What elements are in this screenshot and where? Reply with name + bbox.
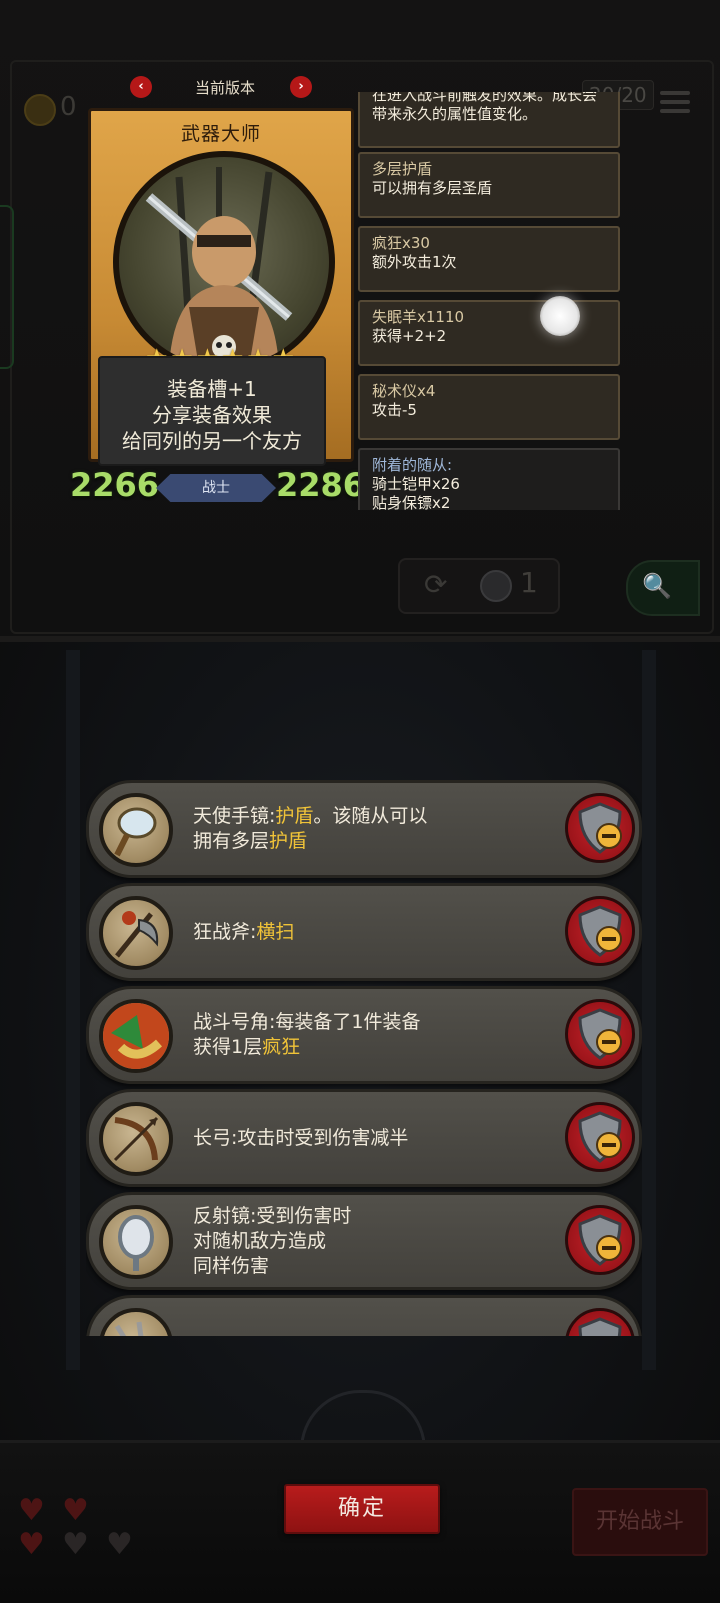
attack-value: 2266 [70,466,160,504]
description-line: 长弓:攻击时受到伤害减半 [193,1126,545,1151]
tribe-badge: 战士 [156,474,276,502]
effect-entry: 多层护盾 可以拥有多层圣盾 [358,152,620,218]
heart-empty-icon: ♥ [62,1527,89,1562]
equipment-description: 天使手镜:护盾。该随从可以 拥有多层护盾 [193,783,545,875]
heart-empty-icon: ♥ [106,1527,133,1562]
description-text: 长弓:攻击时受到伤害减半 [193,1126,409,1149]
description-line: 狂战斧:横扫 [193,920,545,945]
keyword-text: 疯狂 [262,1036,301,1058]
heart-full-icon: ♥ [62,1493,89,1528]
equipment-row[interactable]: 反射镜:受到伤害时 对随机敌方造成 同样伤害 [86,1192,642,1290]
war-horn-icon [99,999,173,1073]
touch-indicator [540,296,580,336]
berserker-axe-icon [99,896,173,970]
description-text: 拥有多层 [193,830,270,852]
search-button[interactable]: 🔍 [626,560,700,616]
longbow-icon [99,1102,173,1176]
chevron-left-icon[interactable]: ‹ [130,76,152,98]
remove-equipment-button[interactable] [565,793,635,863]
remove-equipment-button[interactable] [565,1102,635,1172]
equipment-row[interactable]: 天使手镜:护盾。该随从可以 拥有多层护盾 [86,780,642,878]
pillar-left [66,650,80,1370]
shop-token-count: 1 [520,566,538,599]
equipment-row[interactable]: 战斗号角:每装备了1件装备 获得1层疯狂 [86,986,642,1084]
description-text: 对随机敌方造成 [193,1229,327,1252]
description-text: 天使手镜: [193,805,276,827]
remove-equipment-button[interactable] [565,1308,635,1336]
minion-portrait [113,151,335,373]
angel-mirror-icon [99,793,173,867]
description-text: 。该随从可以 [313,805,428,827]
equipment-description: 长弓:攻击时受到伤害减半 [193,1092,545,1184]
description-text: 战斗号角:每装备了1件装备 [193,1011,421,1033]
card-name: 武器大师 [180,123,261,145]
equipment-description: 反射镜:受到伤害时 对随机敌方造成 同样伤害 [193,1195,545,1287]
refresh-icon[interactable]: ⟳ [424,568,447,601]
equipment-list[interactable]: 天使手镜:护盾。该随从可以 拥有多层护盾 狂战斧:横扫 战斗号角:每装备了1件装备 获得… [86,780,642,1336]
minion-card: 武器大师 ★★★★★★ 装备槽+1 分享装备效果 给同列的另一个友方 2266 … [70,108,365,512]
ability-text: 装备槽+1 分享装备效果 给同列的另一个友方 [98,356,326,466]
description-line: 战斗号角:每装备了1件装备 [193,1010,545,1035]
remove-equipment-button[interactable] [565,999,635,1069]
description-text: 狂战斧: [193,920,257,943]
heart-full-icon: ♥ [18,1493,45,1528]
remove-equipment-button[interactable] [565,896,635,966]
start-battle-button[interactable]: 开始战斗 [572,1488,708,1556]
description-line: 获得1层疯狂 [193,1035,545,1060]
description-line: 对随机敌方造成 [193,1229,545,1254]
weapon-icon [99,1308,173,1336]
effect-entry: 在进入战斗前触发的效果。成长会 带来永久的属性值变化。 [358,92,620,148]
pillar-right [642,650,656,1370]
description-line: 反射镜:受到伤害时 [193,1204,545,1229]
attached-minions: 附着的随从: 骑士铠甲x26 贴身保镖x2 [358,448,620,510]
keyword-text: 横扫 [256,920,295,943]
ability-line: 装备槽+1 [167,377,257,401]
description-text: 同样伤害 [193,1254,270,1277]
equipment-description: 狂战斧:横扫 [193,886,545,978]
equipment-description: 战斗号角:每装备了1件装备 获得1层疯狂 [193,989,545,1081]
confirm-button[interactable]: 确定 [284,1484,440,1534]
ability-line: 分享装备效果 [152,403,272,427]
search-icon: 🔍 [642,572,672,600]
version-label: 当前版本 [194,79,255,97]
effects-panel[interactable]: 在进入战斗前触发的效果。成长会 带来永久的属性值变化。 多层护盾 可以拥有多层圣… [358,92,622,510]
coin-count: 0 [60,92,77,122]
description-line: 拥有多层护盾 [193,829,545,854]
effect-entry: 秘术仪x4 攻击-5 [358,374,620,440]
effect-entry: 失眠羊x1110 获得+2+2 [358,300,620,366]
equipment-description [193,1298,545,1336]
equipment-row[interactable] [86,1295,642,1336]
remove-equipment-button[interactable] [565,1205,635,1275]
effect-entry: 疯狂x30 额外攻击1次 [358,226,620,292]
version-selector: ‹ 当前版本 › [130,76,320,102]
coin-icon [24,94,56,126]
equipment-row[interactable]: 狂战斧:横扫 [86,883,642,981]
heart-full-icon: ♥ [18,1527,45,1562]
chevron-right-icon[interactable]: › [290,76,312,98]
token-icon [480,570,512,602]
keyword-text: 护盾 [269,830,308,852]
description-line: 天使手镜:护盾。该随从可以 [193,804,545,829]
equipment-row[interactable]: 长弓:攻击时受到伤害减半 [86,1089,642,1187]
ability-line: 给同列的另一个友方 [122,429,302,453]
description-text: 反射镜:受到伤害时 [193,1204,352,1227]
side-tab [0,205,14,369]
health-value: 2286 [276,466,366,504]
reflect-mirror-icon [99,1205,173,1279]
menu-icon[interactable] [660,86,690,118]
description-line: 同样伤害 [193,1254,545,1279]
keyword-text: 护盾 [275,805,314,827]
description-text: 获得1层 [193,1036,263,1058]
